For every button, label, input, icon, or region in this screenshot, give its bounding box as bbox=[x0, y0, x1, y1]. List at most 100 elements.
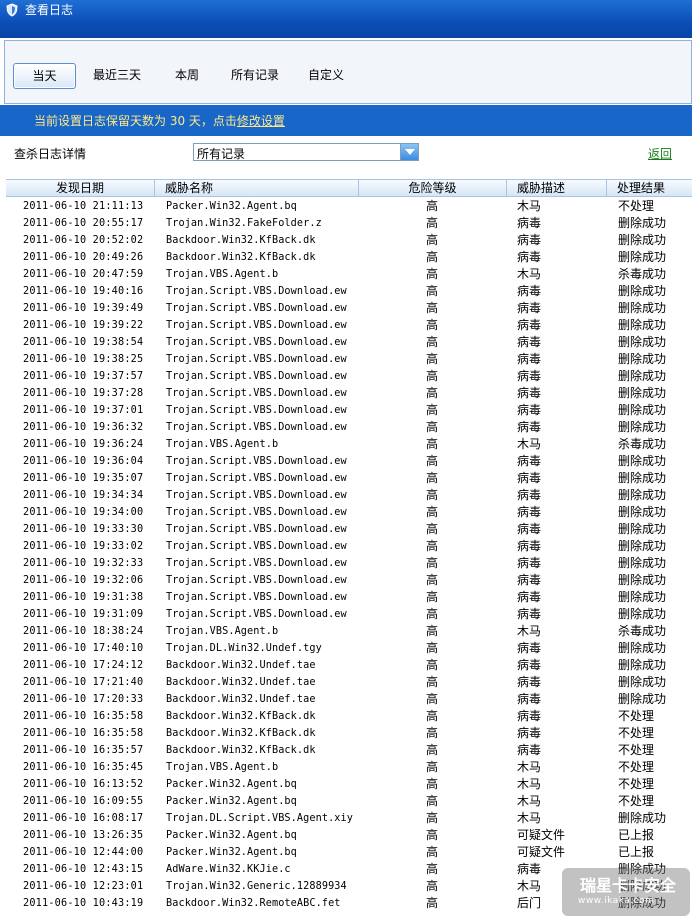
table-row[interactable]: 2011-06-10 19:34:00 Trojan.Script.VBS.Dow… bbox=[6, 504, 692, 521]
back-link[interactable]: 返回 bbox=[648, 145, 672, 162]
column-header-threat-name[interactable]: 威胁名称 bbox=[154, 180, 358, 197]
cell-risk-level: 高 bbox=[426, 284, 439, 298]
table-row[interactable]: 2011-06-10 19:35:07 Trojan.Script.VBS.Dow… bbox=[6, 470, 692, 487]
cell-date: 2011-06-10 17:20:33 bbox=[23, 694, 144, 705]
cell-threat-description: 病毒 bbox=[517, 726, 542, 740]
table-row[interactable]: 2011-06-10 17:20:33 Backdoor.Win32.Undef.… bbox=[6, 691, 692, 708]
cell-risk-level: 高 bbox=[426, 335, 439, 349]
column-header-threat-description[interactable]: 威胁描述 bbox=[506, 180, 606, 197]
cell-threat-description: 病毒 bbox=[517, 692, 542, 706]
cell-date: 2011-06-10 17:21:40 bbox=[23, 677, 144, 688]
table-row[interactable]: 2011-06-10 19:38:25 Trojan.Script.VBS.Dow… bbox=[6, 351, 692, 368]
table-row[interactable]: 2011-06-10 16:13:52 Packer.Win32.Agent.bq… bbox=[6, 776, 692, 793]
date-range-toolbar: 当天 最近三天 本周 所有记录 自定义 bbox=[4, 40, 692, 104]
cell-threat-name: Backdoor.Win32.KfBack.dk bbox=[166, 252, 316, 263]
table-row[interactable]: 2011-06-10 19:38:54 Trojan.Script.VBS.Dow… bbox=[6, 334, 692, 351]
table-row[interactable]: 2011-06-10 20:55:17 Trojan.Win32.FakeFold… bbox=[6, 215, 692, 232]
cell-result: 删除成功 bbox=[618, 386, 667, 400]
cell-result: 删除成功 bbox=[618, 335, 667, 349]
column-header-result[interactable]: 处理结果 bbox=[606, 180, 692, 197]
cell-result: 删除成功 bbox=[618, 573, 667, 587]
table-row[interactable]: 2011-06-10 19:39:49 Trojan.Script.VBS.Dow… bbox=[6, 300, 692, 317]
cell-risk-level: 高 bbox=[426, 454, 439, 468]
cell-result: 删除成功 bbox=[618, 233, 667, 247]
cell-risk-level: 高 bbox=[426, 471, 439, 485]
table-row[interactable]: 2011-06-10 16:35:45 Trojan.VBS.Agent.b 高 木马… bbox=[6, 759, 692, 776]
cell-threat-description: 木马 bbox=[517, 624, 542, 638]
table-row[interactable]: 2011-06-10 19:36:32 Trojan.Script.VBS.Dow… bbox=[6, 419, 692, 436]
site-watermark: 瑞星卡卡安全 www.ikaka.com bbox=[562, 868, 690, 916]
column-header-risk-level[interactable]: 危险等级 bbox=[358, 180, 506, 197]
cell-date: 2011-06-10 13:26:35 bbox=[23, 830, 144, 841]
table-row[interactable]: 2011-06-10 19:39:22 Trojan.Script.VBS.Dow… bbox=[6, 317, 692, 334]
chevron-down-icon[interactable] bbox=[400, 144, 418, 160]
cell-result: 删除成功 bbox=[618, 811, 667, 825]
table-row[interactable]: 2011-06-10 13:26:35 Packer.Win32.Agent.bq… bbox=[6, 827, 692, 844]
table-row[interactable]: 2011-06-10 19:33:30 Trojan.Script.VBS.Dow… bbox=[6, 521, 692, 538]
table-row[interactable]: 2011-06-10 12:44:00 Packer.Win32.Agent.bq… bbox=[6, 844, 692, 861]
cell-risk-level: 高 bbox=[426, 641, 439, 655]
cell-result: 删除成功 bbox=[618, 352, 667, 366]
cell-date: 2011-06-10 16:08:17 bbox=[23, 813, 144, 824]
cell-risk-level: 高 bbox=[426, 386, 439, 400]
cell-risk-level: 高 bbox=[426, 216, 439, 230]
table-row[interactable]: 2011-06-10 18:38:24 Trojan.VBS.Agent.b 高 木马… bbox=[6, 623, 692, 640]
table-row[interactable]: 2011-06-10 17:21:40 Backdoor.Win32.Undef.… bbox=[6, 674, 692, 691]
cell-threat-name: Packer.Win32.Agent.bq bbox=[166, 830, 297, 841]
table-row[interactable]: 2011-06-10 19:40:16 Trojan.Script.VBS.Dow… bbox=[6, 283, 692, 300]
cell-date: 2011-06-10 19:33:30 bbox=[23, 524, 144, 535]
record-filter-select[interactable]: 所有记录 bbox=[193, 143, 419, 161]
table-row[interactable]: 2011-06-10 19:36:04 Trojan.Script.VBS.Dow… bbox=[6, 453, 692, 470]
cell-threat-description: 后门 bbox=[517, 896, 542, 910]
cell-threat-name: Trojan.Script.VBS.Download.ew bbox=[166, 388, 347, 399]
table-row[interactable]: 2011-06-10 19:32:06 Trojan.Script.VBS.Dow… bbox=[6, 572, 692, 589]
cell-threat-description: 木马 bbox=[517, 777, 542, 791]
tab-today[interactable]: 当天 bbox=[13, 63, 76, 89]
cell-risk-level: 高 bbox=[426, 318, 439, 332]
table-row[interactable]: 2011-06-10 20:52:02 Backdoor.Win32.KfBack… bbox=[6, 232, 692, 249]
table-row[interactable]: 2011-06-10 17:40:10 Trojan.DL.Win32.Undef… bbox=[6, 640, 692, 657]
table-row[interactable]: 2011-06-10 19:32:33 Trojan.Script.VBS.Dow… bbox=[6, 555, 692, 572]
tab-custom[interactable]: 自定义 bbox=[305, 63, 347, 89]
tab-this-week[interactable]: 本周 bbox=[169, 63, 205, 89]
cell-result: 已上报 bbox=[618, 845, 655, 859]
table-row[interactable]: 2011-06-10 19:33:02 Trojan.Script.VBS.Dow… bbox=[6, 538, 692, 555]
table-row[interactable]: 2011-06-10 19:34:34 Trojan.Script.VBS.Dow… bbox=[6, 487, 692, 504]
cell-risk-level: 高 bbox=[426, 692, 439, 706]
cell-result: 删除成功 bbox=[618, 488, 667, 502]
table-row[interactable]: 2011-06-10 19:37:57 Trojan.Script.VBS.Dow… bbox=[6, 368, 692, 385]
table-row[interactable]: 2011-06-10 20:49:26 Backdoor.Win32.KfBack… bbox=[6, 249, 692, 266]
cell-result: 删除成功 bbox=[618, 658, 667, 672]
table-row[interactable]: 2011-06-10 17:24:12 Backdoor.Win32.Undef.… bbox=[6, 657, 692, 674]
table-row[interactable]: 2011-06-10 16:08:17 Trojan.DL.Script.VBS.… bbox=[6, 810, 692, 827]
table-row[interactable]: 2011-06-10 16:35:58 Backdoor.Win32.KfBack… bbox=[6, 708, 692, 725]
cell-threat-name: Backdoor.Win32.RemoteABC.fet bbox=[166, 898, 341, 909]
cell-threat-name: Trojan.Script.VBS.Download.ew bbox=[166, 541, 347, 552]
cell-threat-name: Backdoor.Win32.KfBack.dk bbox=[166, 235, 316, 246]
table-row[interactable]: 2011-06-10 16:35:58 Backdoor.Win32.KfBack… bbox=[6, 725, 692, 742]
table-row[interactable]: 2011-06-10 19:37:01 Trojan.Script.VBS.Dow… bbox=[6, 402, 692, 419]
table-row[interactable]: 2011-06-10 20:47:59 Trojan.VBS.Agent.b 高 木马… bbox=[6, 266, 692, 283]
table-row[interactable]: 2011-06-10 19:37:28 Trojan.Script.VBS.Dow… bbox=[6, 385, 692, 402]
cell-threat-description: 病毒 bbox=[517, 250, 542, 264]
tab-all-records[interactable]: 所有记录 bbox=[227, 63, 283, 89]
cell-result: 已上报 bbox=[618, 828, 655, 842]
table-row[interactable]: 2011-06-10 16:09:55 Packer.Win32.Agent.bq… bbox=[6, 793, 692, 810]
cell-threat-name: Trojan.VBS.Agent.b bbox=[166, 626, 279, 637]
cell-threat-name: Packer.Win32.Agent.bq bbox=[166, 201, 297, 212]
table-row[interactable]: 2011-06-10 19:36:24 Trojan.VBS.Agent.b 高 木马… bbox=[6, 436, 692, 453]
modify-settings-link[interactable]: 修改设置 bbox=[237, 114, 285, 128]
tab-last-three-days[interactable]: 最近三天 bbox=[89, 63, 145, 89]
cell-threat-description: 病毒 bbox=[517, 488, 542, 502]
cell-threat-name: Trojan.Script.VBS.Download.ew bbox=[166, 490, 347, 501]
table-row[interactable]: 2011-06-10 19:31:38 Trojan.Script.VBS.Dow… bbox=[6, 589, 692, 606]
table-row[interactable]: 2011-06-10 19:31:09 Trojan.Script.VBS.Dow… bbox=[6, 606, 692, 623]
cell-risk-level: 高 bbox=[426, 556, 439, 570]
cell-threat-name: Trojan.VBS.Agent.b bbox=[166, 762, 279, 773]
column-header-date[interactable]: 发现日期 bbox=[6, 180, 154, 197]
cell-result: 删除成功 bbox=[618, 607, 667, 621]
table-row[interactable]: 2011-06-10 16:35:57 Backdoor.Win32.KfBack… bbox=[6, 742, 692, 759]
cell-date: 2011-06-10 19:38:54 bbox=[23, 337, 144, 348]
table-row[interactable]: 2011-06-10 21:11:13 Packer.Win32.Agent.bq… bbox=[6, 198, 692, 215]
cell-threat-description: 病毒 bbox=[517, 658, 542, 672]
